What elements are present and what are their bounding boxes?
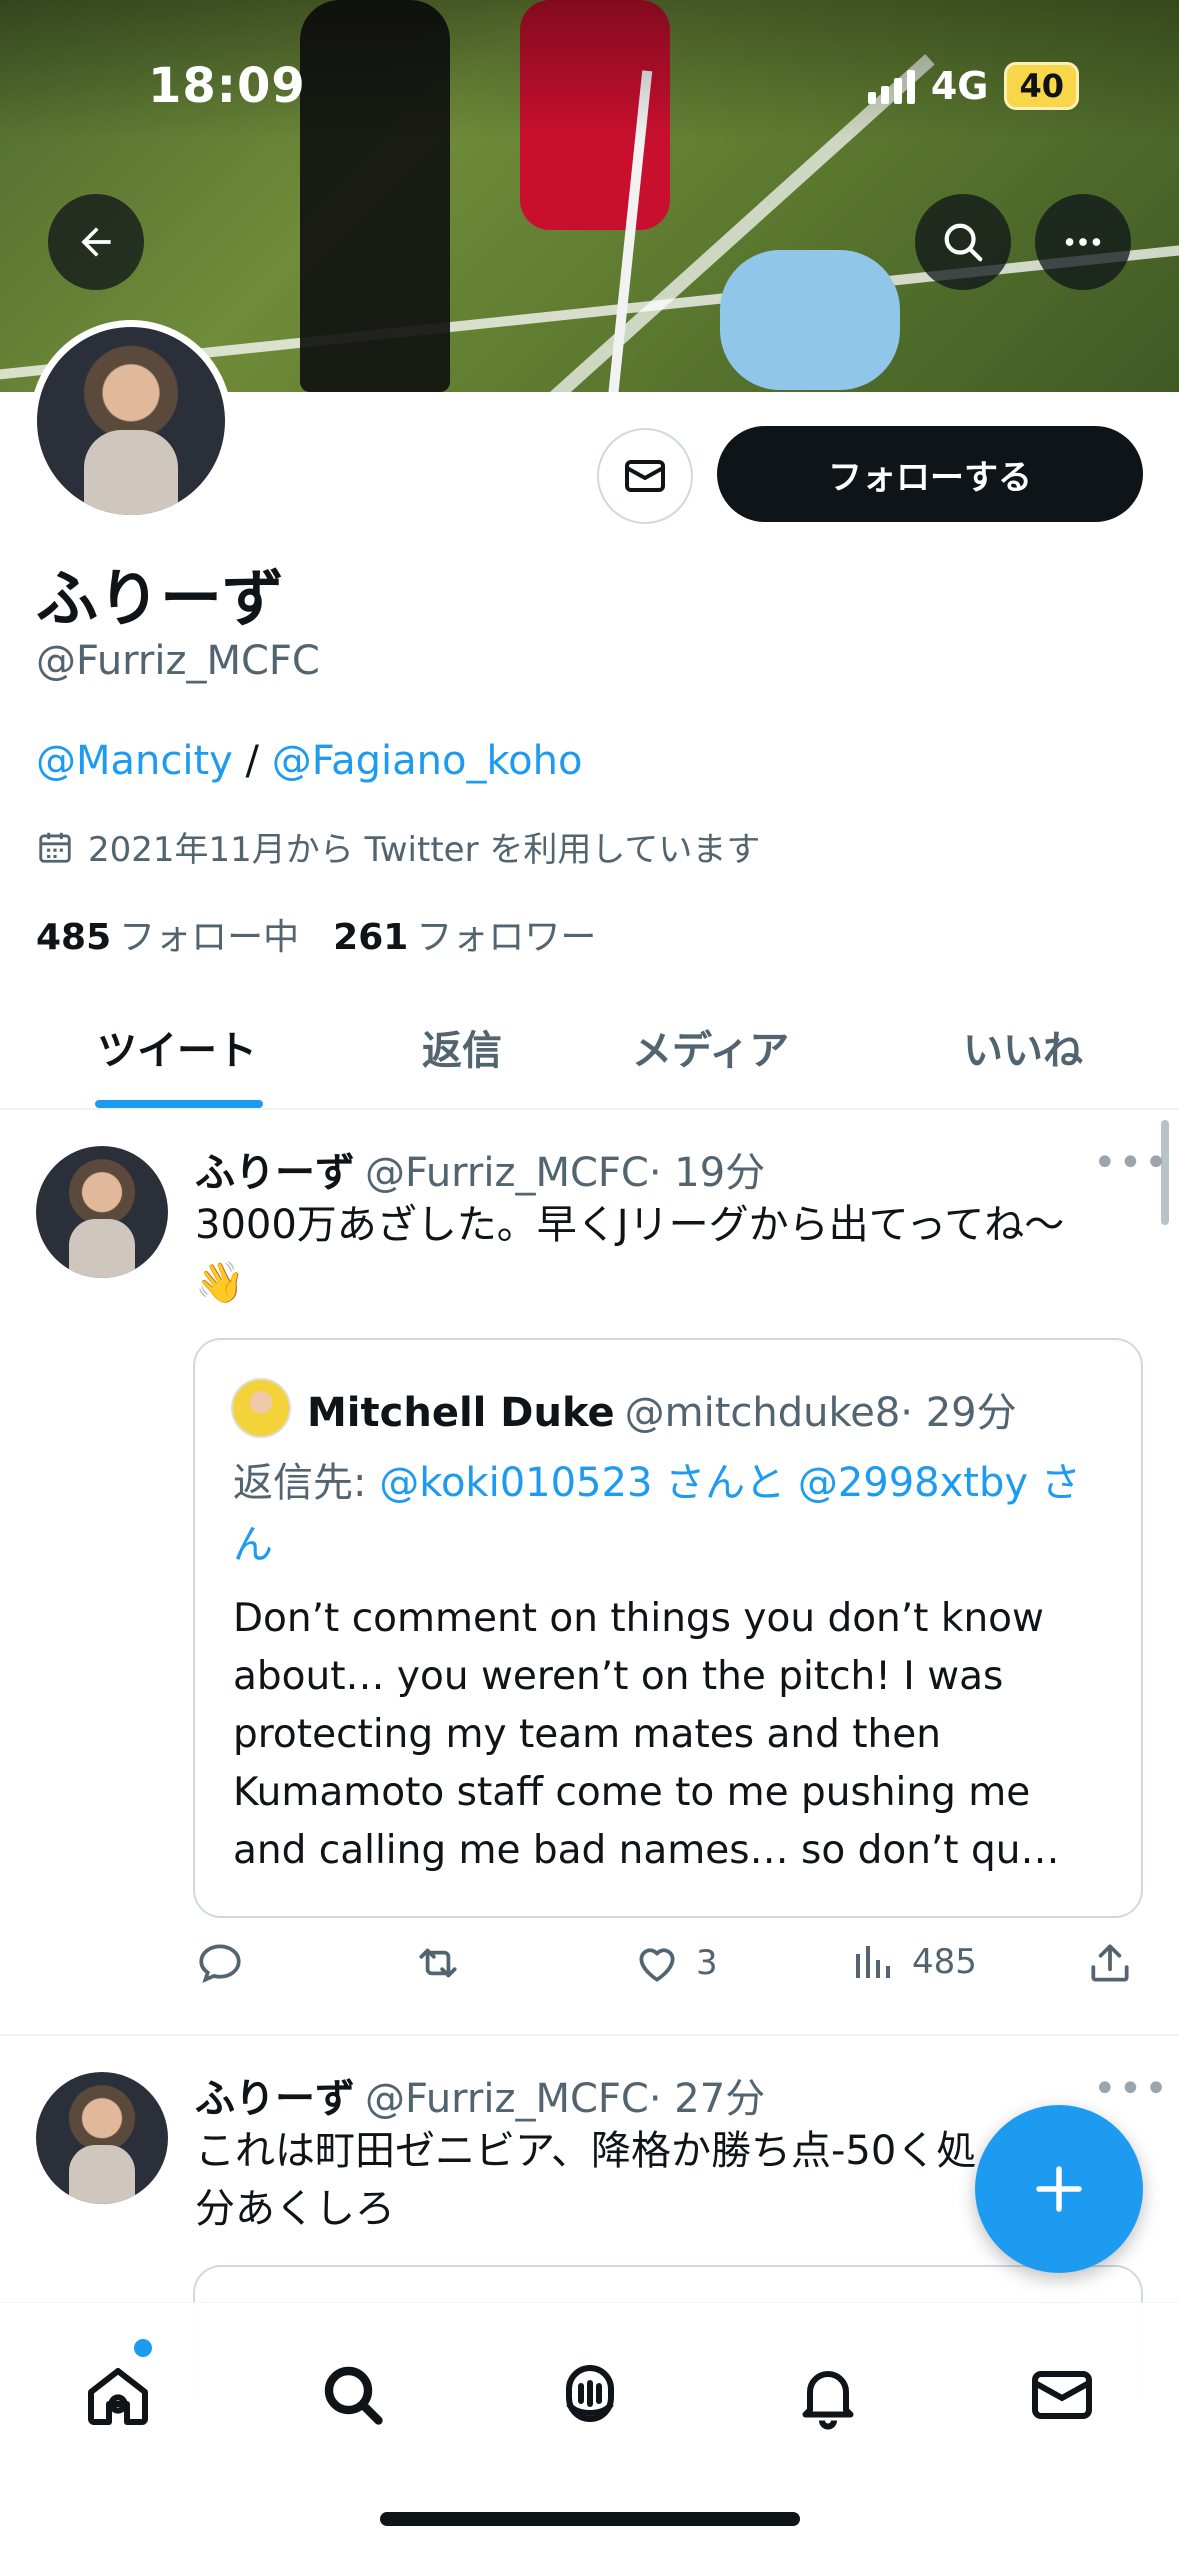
compose-button[interactable]: [975, 2105, 1143, 2273]
calendar-icon: [39, 832, 71, 863]
tweet-time: · 27分: [648, 2076, 766, 2122]
reply-prefix: 返信先:: [233, 1460, 380, 1506]
home-indicator: [380, 2512, 800, 2526]
more-icon: [1065, 238, 1101, 246]
nav-notifications[interactable]: [788, 2355, 868, 2435]
tab-indicator: [95, 1100, 263, 1108]
view-count: 485: [912, 1942, 977, 1982]
status-time: 18:09: [148, 58, 306, 114]
more-button[interactable]: [1035, 194, 1131, 290]
status-indicators: 4G 40: [867, 62, 1079, 110]
tweet-author-name[interactable]: ふりーず: [195, 1150, 355, 1196]
profile-avatar[interactable]: [30, 320, 232, 522]
tweet-author-handle: @Furriz_MCFC: [365, 2076, 649, 2122]
envelope-icon: [625, 460, 665, 492]
search-icon: [944, 223, 983, 262]
tweet-more-button[interactable]: •••: [1093, 2066, 1170, 2112]
profile-bio: @Mancity / @Fagiano_koho: [36, 738, 582, 784]
plus-icon: [1036, 2166, 1082, 2212]
tweet-text: これは町田ゼニビア、降格か勝ち点-50く処分あくしろ: [195, 2128, 977, 2232]
followers-count: 261: [333, 917, 409, 958]
bell-icon: [802, 2371, 854, 2430]
nav-messages[interactable]: [1022, 2355, 1102, 2435]
views-icon: [856, 1946, 890, 1978]
tweet-avatar[interactable]: [36, 1146, 168, 1278]
tweet-avatar[interactable]: [36, 2072, 168, 2204]
quoted-author-handle: @mitchduke8: [624, 1390, 901, 1436]
network-type: 4G: [930, 64, 989, 108]
quoted-author-name: Mitchell Duke: [307, 1390, 615, 1436]
tweet-time: · 19分: [648, 1150, 766, 1196]
signal-icon: [867, 68, 915, 104]
tweet-author-handle: @Furriz_MCFC: [365, 1150, 649, 1196]
followers-label: フォロワー: [416, 917, 597, 958]
home-icon: [88, 2368, 148, 2425]
message-button[interactable]: [597, 428, 693, 524]
nav-search[interactable]: [313, 2355, 393, 2435]
quoted-avatar: [231, 1378, 291, 1438]
tab-likes[interactable]: いいね: [963, 1018, 1083, 1076]
bio-link-fagiano[interactable]: @Fagiano_koho: [272, 738, 583, 784]
heart-icon: [639, 1948, 675, 1982]
arrow-left-icon: [81, 227, 111, 257]
reply-button[interactable]: [195, 1938, 245, 1988]
tweet-author-name[interactable]: ふりーず: [195, 2076, 355, 2122]
views-button[interactable]: 485: [850, 1938, 977, 1986]
retweet-button[interactable]: [410, 1938, 466, 1988]
like-button[interactable]: 3: [632, 1938, 718, 1988]
retweet-icon: [419, 1948, 457, 1978]
battery-level: 40: [1004, 62, 1079, 110]
reply-mid: さんと: [652, 1460, 798, 1506]
following-label: フォロー中: [119, 917, 300, 958]
search-button[interactable]: [915, 194, 1011, 290]
bio-link-mancity[interactable]: @Mancity: [36, 738, 233, 784]
quoted-tweet[interactable]: Mitchell Duke @mitchduke8· 29分 返信先: @koki…: [193, 1338, 1143, 1918]
followers-stat[interactable]: 261 フォロワー: [333, 908, 596, 960]
joined-date: 2021年11月から Twitter を利用しています: [36, 822, 760, 871]
follow-button[interactable]: フォローする: [717, 426, 1143, 522]
tab-media[interactable]: メディア: [632, 1018, 789, 1076]
reply-user-link[interactable]: @2998xtby: [798, 1460, 1028, 1506]
quoted-reply-to: 返信先: @koki010523 さんと @2998xtby さん: [233, 1452, 1113, 1576]
share-button[interactable]: [1085, 1938, 1135, 1988]
banner-figure: [720, 250, 900, 390]
tweet-actions: 3 485: [195, 1938, 1135, 1998]
following-count: 485: [36, 917, 112, 958]
like-count: 3: [696, 1943, 718, 1983]
envelope-icon: [1032, 2371, 1092, 2419]
tweet-header: ふりーず @Furriz_MCFC· 19分: [195, 1140, 765, 1198]
quoted-header: Mitchell Duke @mitchduke8· 29分: [307, 1380, 1017, 1438]
tab-replies[interactable]: 返信: [422, 1018, 502, 1076]
bio-separator: /: [232, 738, 272, 784]
tab-tweets[interactable]: ツイート: [97, 1018, 257, 1076]
notification-dot: [134, 2339, 152, 2357]
back-button[interactable]: [48, 194, 144, 290]
quoted-time: · 29分: [900, 1390, 1017, 1436]
search-icon: [324, 2366, 383, 2425]
nav-home[interactable]: [78, 2355, 158, 2435]
tweet-more-button[interactable]: •••: [1093, 1140, 1170, 1186]
tweet-divider: [0, 2034, 1179, 2036]
profile-name: ふりーず: [36, 562, 285, 635]
spaces-icon: [566, 2364, 614, 2422]
profile-tabs: ツイート 返信 メディア いいね: [0, 990, 1179, 1110]
reply-user-link[interactable]: @koki010523: [379, 1460, 652, 1506]
avatar-image: [37, 327, 225, 515]
reply-icon: [199, 1944, 241, 1984]
tweet-text: 3000万あざした。早くJリーグから出てってね〜👋: [195, 1202, 1065, 1306]
joined-text: 2021年11月から Twitter を利用しています: [88, 830, 761, 870]
profile-handle: @Furriz_MCFC: [36, 638, 320, 684]
tweet-header: ふりーず @Furriz_MCFC· 27分: [195, 2066, 765, 2124]
follow-stats: 485 フォロー中 261 フォロワー: [36, 908, 596, 960]
following-stat[interactable]: 485 フォロー中: [36, 908, 299, 960]
quoted-text: Don’t comment on things you don’t know a…: [233, 1596, 1060, 1873]
nav-spaces[interactable]: [550, 2355, 630, 2435]
share-icon: [1091, 1944, 1129, 1982]
